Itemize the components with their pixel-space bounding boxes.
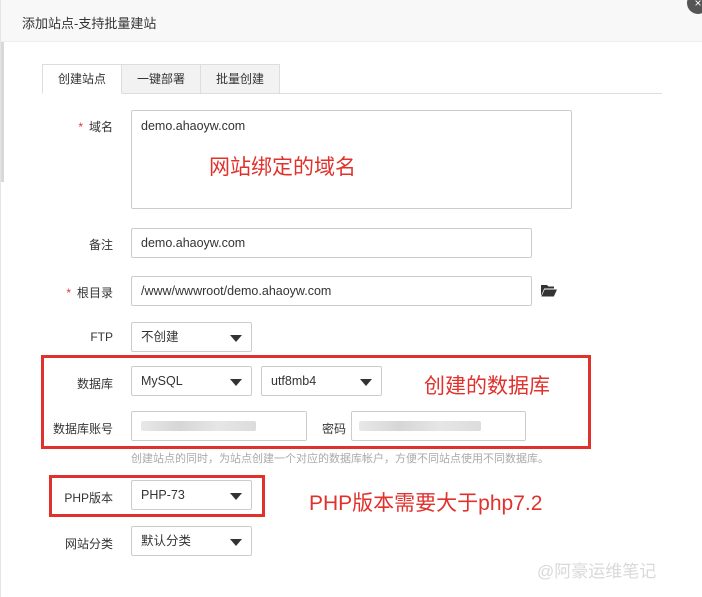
tab-batch-create[interactable]: 批量创建 <box>200 64 280 94</box>
domain-label: * 域名 <box>78 120 113 134</box>
root-dir-input[interactable]: /www/wwwroot/demo.ahaoyw.com <box>131 276 532 306</box>
domain-annotation: 网站绑定的域名 <box>209 156 356 179</box>
dialog-header: 添加站点-支持批量建站 <box>1 0 702 42</box>
dialog-title: 添加站点-支持批量建站 <box>22 16 157 31</box>
caret-down-icon <box>230 539 242 546</box>
site-category-value: 默认分类 <box>141 534 192 548</box>
tab-underline <box>42 93 662 94</box>
remark-label: 备注 <box>88 238 113 252</box>
add-site-dialog: 添加站点-支持批量建站 × 创建站点 一键部署 批量创建 * 域名 demo.ah… <box>0 0 702 597</box>
watermark: @阿豪运维笔记 <box>537 562 657 581</box>
root-dir-label: * 根目录 <box>66 286 113 300</box>
site-category-label: 网站分类 <box>64 537 113 551</box>
tab-one-click-deploy[interactable]: 一键部署 <box>121 64 201 94</box>
database-hint: 创建站点的同时，为站点创建一个对应的数据库帐户，方便不同站点使用不同数据库。 <box>131 453 549 465</box>
ftp-select[interactable]: 不创建 <box>131 322 252 352</box>
left-divider <box>1 42 4 182</box>
php-annotation: PHP版本需要大于php7.2 <box>309 492 543 515</box>
remark-input[interactable]: demo.ahaoyw.com <box>131 228 532 258</box>
php-highlight-box <box>49 475 265 517</box>
caret-down-icon <box>230 335 242 342</box>
database-annotation: 创建的数据库 <box>424 375 550 398</box>
ftp-select-value: 不创建 <box>141 330 179 344</box>
folder-open-icon[interactable] <box>541 284 557 297</box>
site-category-select[interactable]: 默认分类 <box>131 526 252 556</box>
ftp-label: FTP <box>90 330 113 344</box>
tab-create-site[interactable]: 创建站点 <box>42 64 122 94</box>
